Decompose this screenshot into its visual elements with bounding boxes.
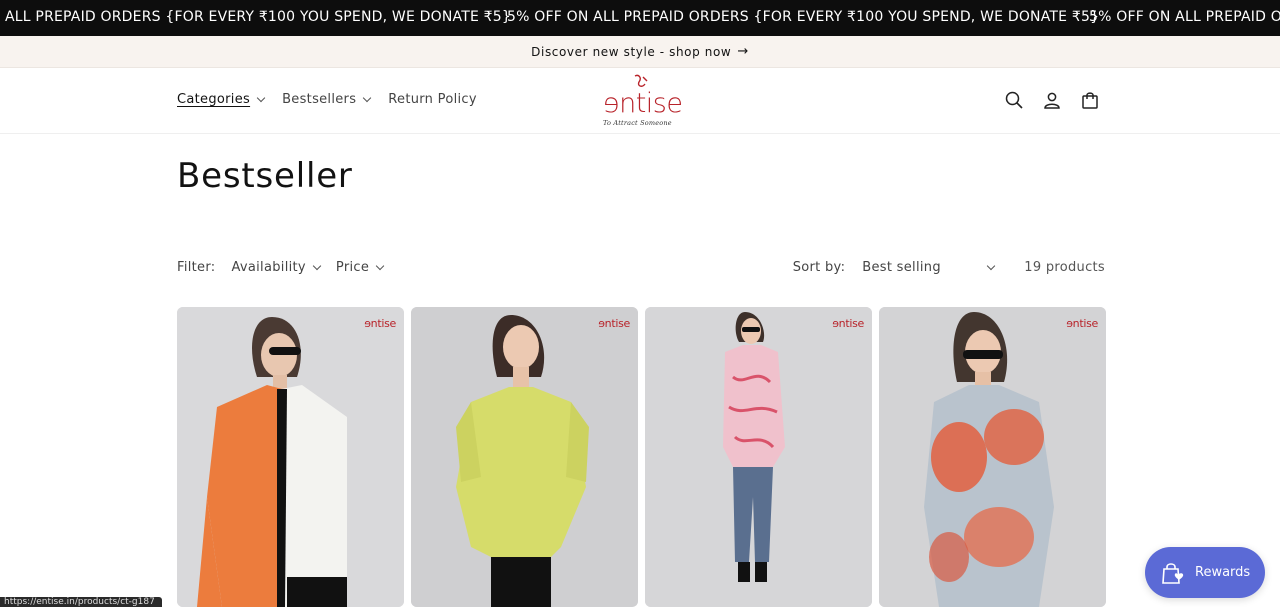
filter-option-label: Availability — [231, 260, 306, 275]
chevron-down-icon — [363, 93, 372, 103]
brand-label: ɘntise — [364, 317, 396, 330]
main-nav: Categories Bestsellers Return Policy — [177, 92, 477, 107]
cart-icon[interactable] — [1080, 90, 1100, 110]
nav-return-policy[interactable]: Return Policy — [388, 92, 477, 107]
marquee-text: ALL PREPAID ORDERS {FOR EVERY ₹100 YOU S… — [5, 9, 512, 25]
nav-categories[interactable]: Categories — [177, 92, 266, 107]
filter-group: Filter: Availability Price — [177, 260, 385, 275]
product-card[interactable]: ɘntise — [879, 307, 1106, 607]
nav-label: Bestsellers — [282, 92, 357, 107]
chevron-down-icon — [256, 93, 266, 103]
sort-value: Best selling — [862, 260, 941, 275]
filter-option-label: Price — [335, 260, 370, 275]
brand-label: ɘntise — [832, 317, 864, 330]
product-image — [879, 307, 1106, 607]
marquee-text: 5% OFF ON ALL PREPAID ORDERS — [1089, 9, 1280, 25]
sort-label: Sort by: — [792, 260, 846, 275]
nav-label: Categories — [177, 92, 251, 107]
chevron-down-icon — [987, 261, 996, 271]
brand-label: ɘntise — [1066, 317, 1098, 330]
arrow-right-icon: → — [737, 44, 749, 59]
sort-group: Sort by: Best selling 19 products — [793, 260, 1105, 275]
product-image — [645, 307, 872, 607]
site-logo[interactable]: ɘntise To Attract Someone — [600, 74, 683, 130]
logo-tagline: To Attract Someone — [603, 119, 672, 127]
header-icons — [1004, 90, 1100, 110]
page-title: Bestseller — [177, 156, 353, 196]
account-icon[interactable] — [1042, 90, 1062, 110]
nav-label: Return Policy — [388, 92, 477, 107]
product-grid: ɘntise ɘntise ɘntise ɘntise — [177, 307, 1106, 607]
rewards-button[interactable]: Rewards — [1145, 547, 1265, 598]
shopping-bag-heart-icon — [1162, 562, 1184, 584]
rewards-label: Rewards — [1195, 565, 1251, 580]
filter-label: Filter: — [177, 260, 216, 275]
search-icon[interactable] — [1004, 90, 1024, 110]
sort-select[interactable]: Best selling — [862, 260, 998, 275]
product-count: 19 products — [1024, 260, 1105, 275]
site-header: Categories Bestsellers Return Policy ɘnt… — [0, 68, 1280, 134]
filter-price[interactable]: Price — [335, 260, 385, 275]
nav-bestsellers[interactable]: Bestsellers — [282, 92, 372, 107]
logo-wordmark: ɘntise — [603, 88, 683, 119]
filter-availability[interactable]: Availability — [231, 260, 322, 275]
announcement-text[interactable]: Discover new style - shop now — [531, 45, 731, 59]
chevron-down-icon — [312, 261, 322, 271]
announcement-bar[interactable]: Discover new style - shop now → — [0, 36, 1280, 68]
product-card[interactable]: ɘntise — [411, 307, 638, 607]
product-image — [411, 307, 638, 607]
filter-bar: Filter: Availability Price Sort by: Best… — [177, 260, 1105, 280]
chevron-down-icon — [375, 261, 385, 271]
product-image — [177, 307, 404, 607]
product-card[interactable]: ɘntise — [177, 307, 404, 607]
marquee-text: 5% OFF ON ALL PREPAID ORDERS {FOR EVERY … — [507, 9, 1100, 25]
product-card[interactable]: ɘntise — [645, 307, 872, 607]
status-link-preview: https://entise.in/products/ct-g187 — [0, 597, 162, 607]
promo-marquee: ALL PREPAID ORDERS {FOR EVERY ₹100 YOU S… — [0, 0, 1280, 36]
brand-label: ɘntise — [598, 317, 630, 330]
